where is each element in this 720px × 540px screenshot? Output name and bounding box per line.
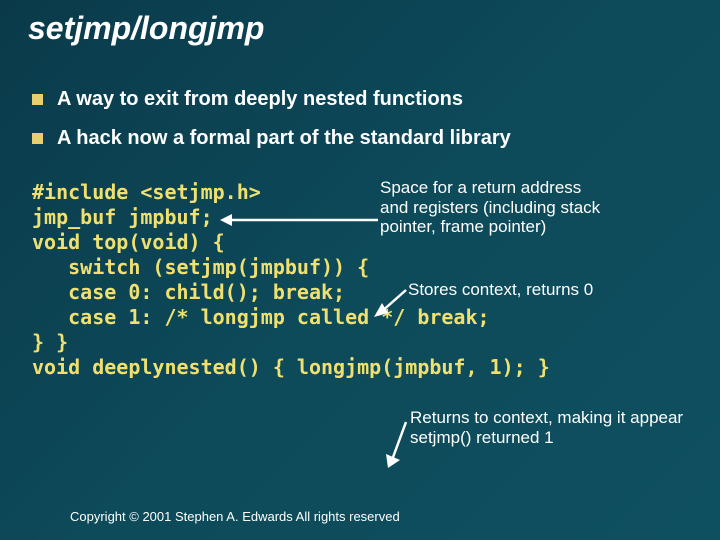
- bullet-text: A hack now a formal part of the standard…: [57, 127, 511, 150]
- bullet-item: A way to exit from deeply nested functio…: [32, 88, 700, 111]
- slide-title: setjmp/longjmp: [28, 10, 264, 47]
- bullet-text: A way to exit from deeply nested functio…: [57, 88, 463, 111]
- arrow-icon: [382, 418, 412, 470]
- code-line: } }: [32, 330, 700, 355]
- bullet-item: A hack now a formal part of the standard…: [32, 127, 700, 150]
- copyright-text: Copyright © 2001 Stephen A. Edwards All …: [70, 509, 400, 524]
- annotation-returns: Returns to context, making it appear set…: [410, 408, 690, 447]
- bullet-square-icon: [32, 94, 43, 105]
- bullet-square-icon: [32, 133, 43, 144]
- code-line: switch (setjmp(jmpbuf)) {: [32, 255, 700, 280]
- annotation-space: Space for a return address and registers…: [380, 178, 610, 237]
- code-line: case 1: /* longjmp called */ break;: [32, 305, 700, 330]
- annotation-stores: Stores context, returns 0: [408, 280, 668, 300]
- code-line: void deeplynested() { longjmp(jmpbuf, 1)…: [32, 355, 700, 380]
- bullet-list: A way to exit from deeply nested functio…: [32, 88, 700, 166]
